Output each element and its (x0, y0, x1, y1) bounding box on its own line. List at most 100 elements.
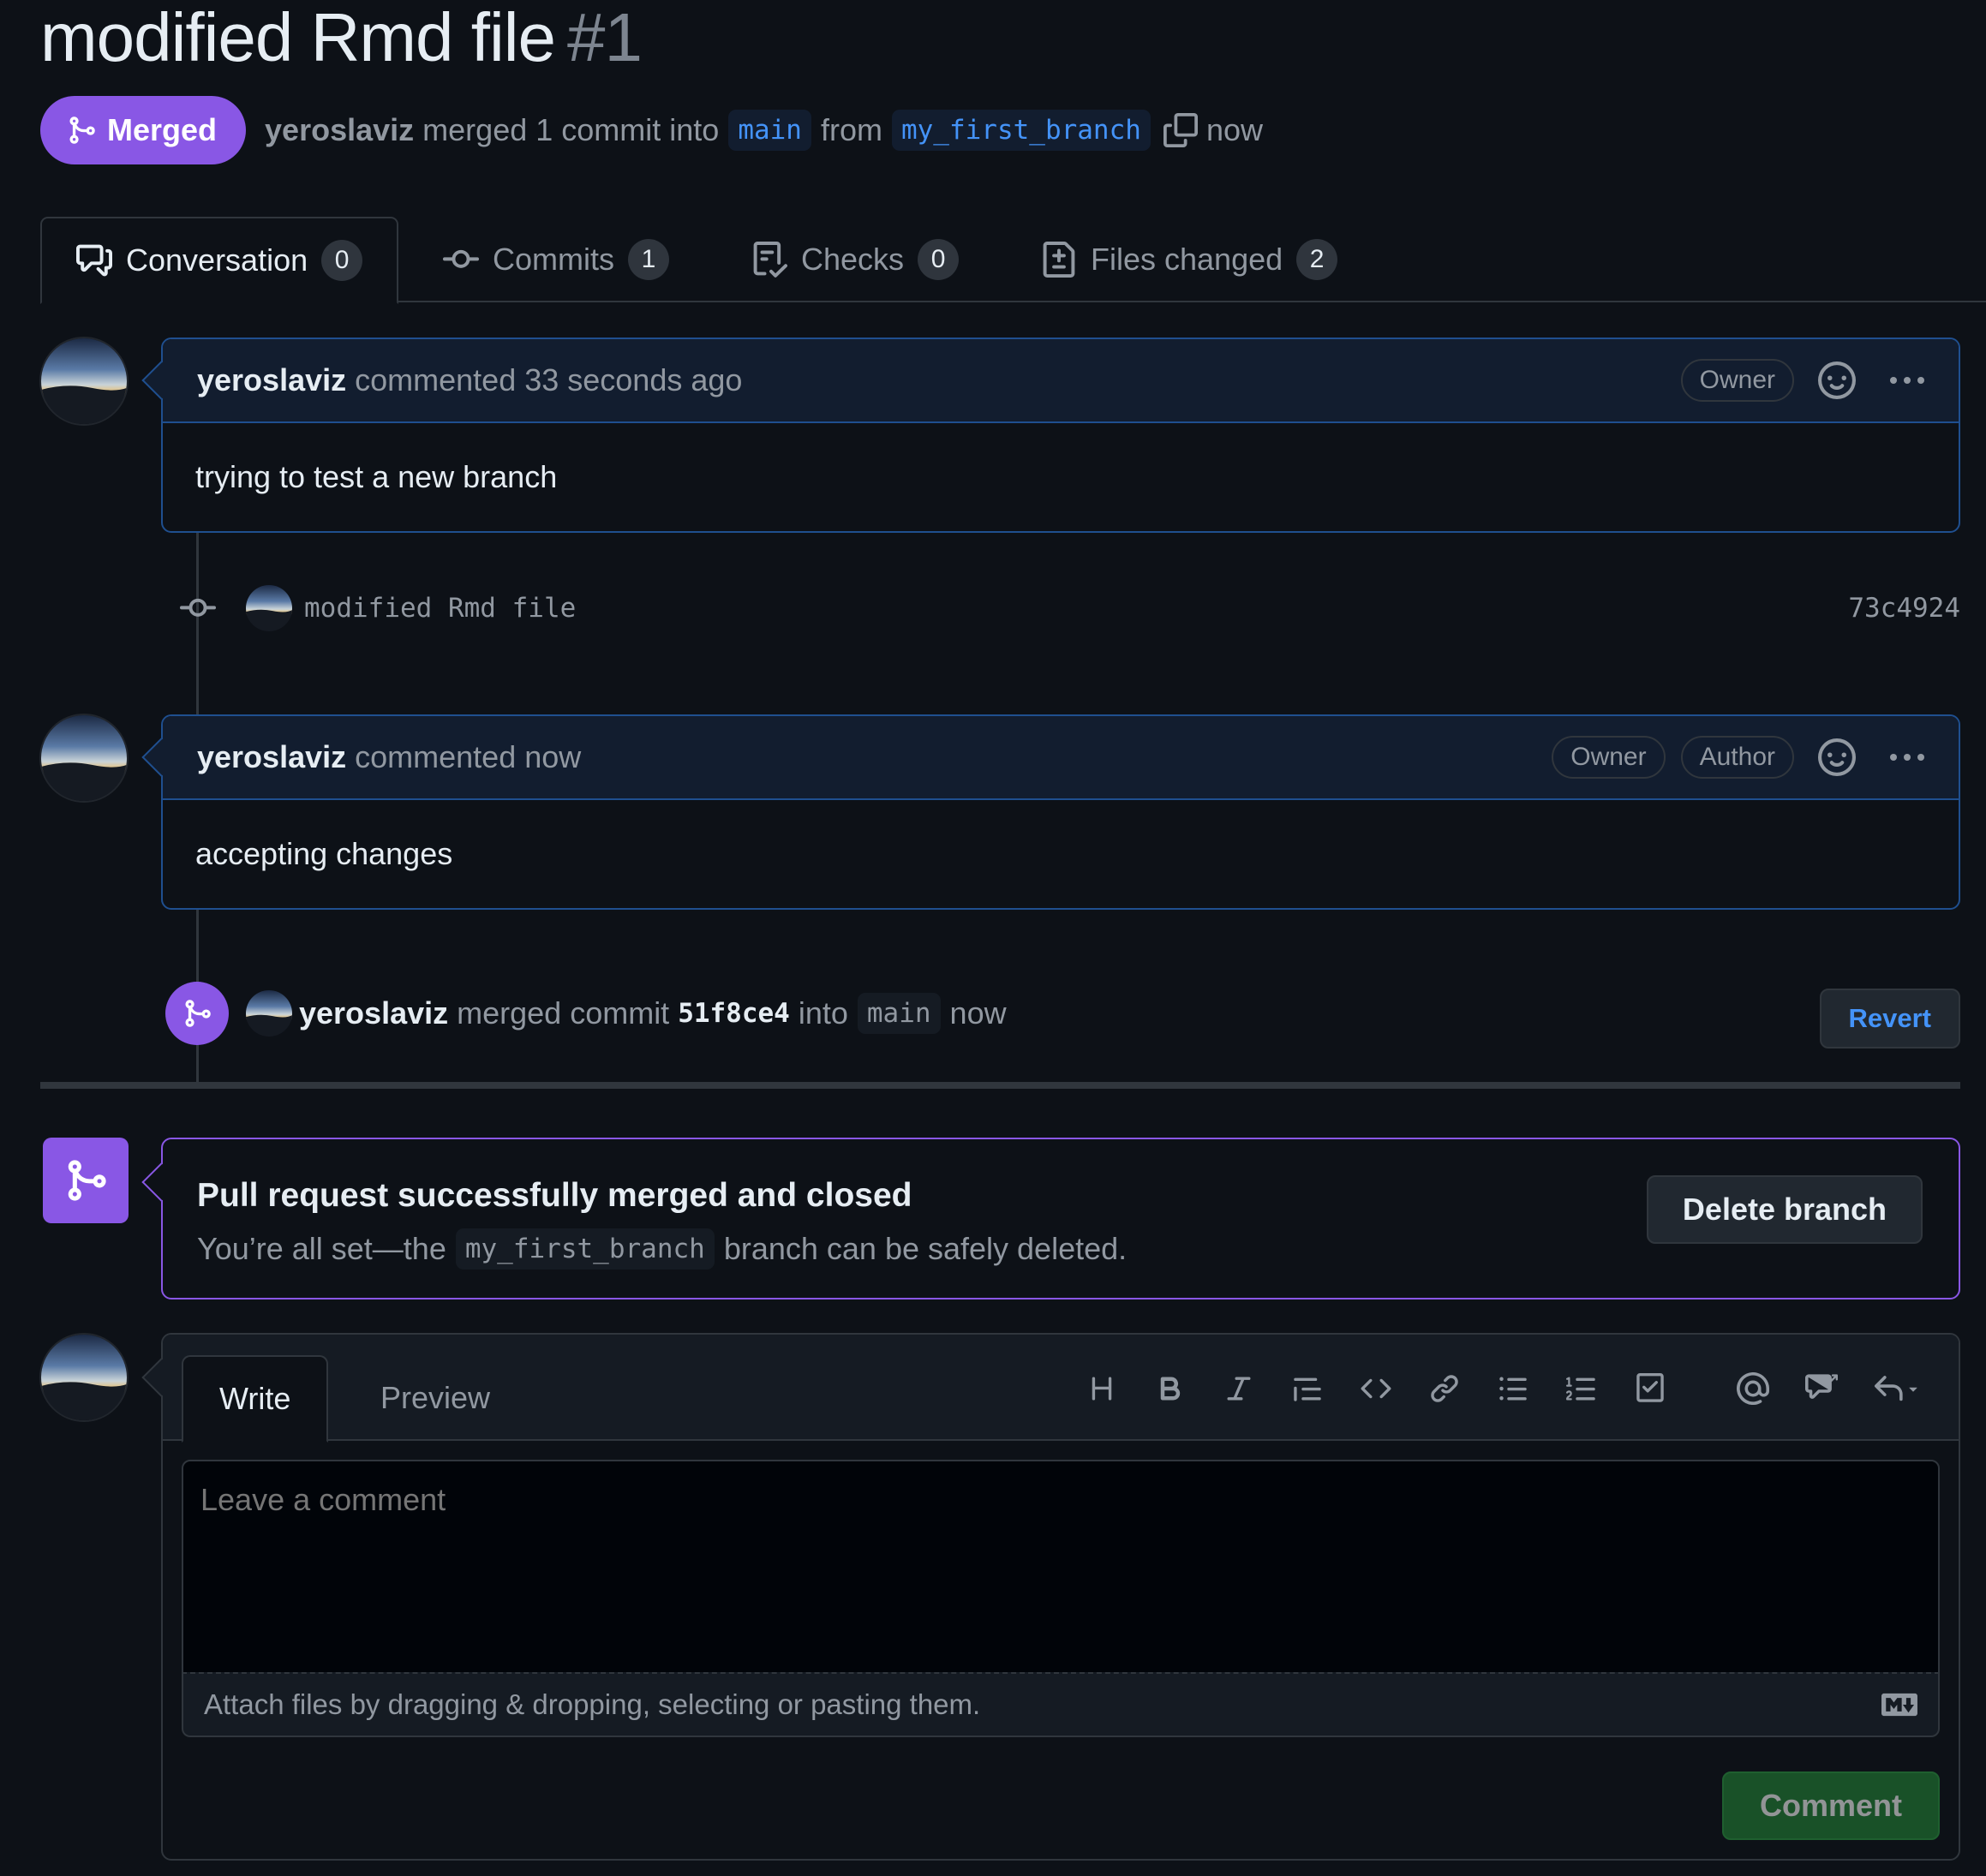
merged-sub-suffix: branch can be safely deleted. (723, 1231, 1128, 1266)
comment-body: accepting changes (195, 836, 453, 871)
merge-event-text2: into (798, 995, 848, 1031)
tab-conversation-count: 0 (321, 240, 363, 281)
comment-card: yeroslaviz commented now Owner Author ac… (141, 714, 1960, 910)
merge-event-text1: merged commit (457, 995, 670, 1031)
checklist-icon (753, 242, 787, 278)
kebab-menu-icon[interactable] (1890, 377, 1924, 384)
comment-discussion-icon (76, 244, 112, 277)
comment-editor: Write Preview Leave a comment Attach fil… (141, 1333, 1960, 1861)
commit-row: modified Rmd file 73c4924 (176, 583, 1960, 634)
pr-number: #1 (567, 0, 643, 75)
merged-status-box: Pull request successfully merged and clo… (141, 1138, 1960, 1299)
pr-tabs: Conversation 0 Commits 1 Checks 0 Files … (40, 217, 1986, 304)
tab-files-changed[interactable]: Files changed 2 (1041, 217, 1338, 302)
comment-meta[interactable]: commented 33 seconds ago (355, 362, 742, 398)
mention-icon[interactable] (1719, 1367, 1787, 1410)
tab-commits-label: Commits (493, 242, 614, 277)
author-link[interactable]: yeroslaviz (265, 112, 414, 148)
deletable-branch: my_first_branch (455, 1228, 715, 1270)
tab-checks-label: Checks (801, 242, 905, 277)
merged-status-subtitle: You’re all set—the my_first_branch branc… (197, 1228, 1127, 1270)
merge-author-link[interactable]: yeroslaviz (299, 995, 448, 1031)
tab-checks[interactable]: Checks 0 (751, 217, 960, 302)
smiley-icon[interactable] (1818, 361, 1856, 399)
preview-tab[interactable]: Preview (344, 1355, 526, 1441)
bulleted-list-icon[interactable] (1479, 1367, 1547, 1410)
tab-checks-count: 0 (918, 239, 960, 280)
pr-title: modified Rmd file #1 (40, 0, 643, 77)
cross-reference-icon[interactable] (1787, 1367, 1856, 1410)
merged-box-caret (141, 1162, 181, 1202)
comment-meta[interactable]: commented now (355, 739, 581, 775)
quote-icon[interactable] (1273, 1367, 1342, 1410)
comment-card: yeroslaviz commented 33 seconds ago Owne… (141, 338, 1960, 533)
heading-icon[interactable] (1068, 1367, 1136, 1410)
merge-time: now (1205, 112, 1263, 147)
pr-title-text: modified Rmd file (40, 0, 556, 75)
numbered-list-icon[interactable] (1547, 1367, 1616, 1410)
base-branch-link[interactable]: main (728, 110, 811, 151)
timeline-end-divider (40, 1082, 1960, 1089)
kebab-menu-icon[interactable] (1890, 754, 1924, 761)
link-icon[interactable] (1410, 1367, 1479, 1410)
git-commit-icon (443, 249, 479, 268)
copy-icon[interactable] (1163, 113, 1198, 147)
merge-summary: yeroslaviz merged 1 commit into main fro… (265, 110, 1263, 151)
file-diff-icon (1043, 242, 1075, 278)
attach-files-bar[interactable]: Attach files by dragging & dropping, sel… (182, 1672, 1940, 1737)
git-merge-icon (69, 117, 95, 144)
avatar[interactable] (39, 1333, 129, 1422)
commit-sha-link[interactable]: 73c4924 (1848, 593, 1960, 624)
comment-header: yeroslaviz commented now Owner Author (163, 716, 1959, 800)
comment-textarea[interactable] (182, 1460, 1940, 1674)
smiley-icon[interactable] (1818, 738, 1856, 776)
tab-commits[interactable]: Commits 1 (443, 217, 669, 302)
merge-base-branch[interactable]: main (857, 993, 941, 1034)
pr-state-row: Merged yeroslaviz merged 1 commit into m… (40, 96, 1263, 164)
comment-author[interactable]: yeroslaviz (197, 362, 346, 398)
comment-header: yeroslaviz commented 33 seconds ago Owne… (163, 339, 1959, 423)
merged-state-label: Merged (107, 112, 218, 147)
head-branch-link[interactable]: my_first_branch (891, 110, 1151, 151)
delete-branch-button[interactable]: Delete branch (1646, 1175, 1923, 1244)
git-merge-icon (68, 1160, 106, 1201)
merge-author-avatar[interactable] (246, 990, 292, 1037)
owner-badge: Owner (1552, 736, 1666, 779)
attach-files-text: Attach files by dragging & dropping, sel… (204, 1688, 981, 1720)
avatar[interactable] (39, 714, 129, 803)
comment-body: trying to test a new branch (195, 459, 558, 494)
merge-commit-sha-link[interactable]: 51f8ce4 (678, 998, 790, 1029)
comment-submit-button[interactable]: Comment (1721, 1771, 1940, 1840)
markdown-icon[interactable] (1881, 1687, 1917, 1723)
tab-conversation[interactable]: Conversation 0 (40, 217, 399, 304)
merged-sub-prefix: You’re all set—the (197, 1231, 446, 1266)
git-commit-icon (180, 598, 216, 617)
merge-event-text: yeroslaviz merged commit 51f8ce4 into ma… (299, 982, 1007, 1045)
merged-status-icon-box (43, 1138, 129, 1223)
from-text: from (820, 112, 882, 147)
merge-event-time: now (949, 995, 1007, 1031)
comment-author[interactable]: yeroslaviz (197, 739, 346, 775)
author-badge: Author (1680, 736, 1794, 779)
tab-files-changed-count: 2 (1296, 239, 1338, 280)
tab-conversation-label: Conversation (126, 242, 308, 278)
task-list-icon[interactable] (1616, 1367, 1684, 1410)
git-merge-icon (185, 1000, 211, 1027)
code-icon[interactable] (1342, 1367, 1410, 1410)
tab-commits-count: 1 (628, 239, 669, 280)
italic-icon[interactable] (1205, 1367, 1273, 1410)
write-tab[interactable]: Write (182, 1355, 329, 1443)
bold-icon[interactable] (1136, 1367, 1205, 1410)
tab-files-changed-label: Files changed (1091, 242, 1283, 277)
merge-event: yeroslaviz merged commit 51f8ce4 into ma… (165, 982, 1960, 1049)
avatar[interactable] (39, 337, 129, 426)
merged-status-title: Pull request successfully merged and clo… (197, 1177, 912, 1214)
commit-message-link[interactable]: modified Rmd file (304, 593, 576, 624)
saved-replies-icon[interactable] (1856, 1367, 1938, 1410)
merge-event-dot (165, 982, 229, 1045)
commit-author-avatar[interactable] (246, 585, 292, 631)
merge-summary-text: merged 1 commit into (422, 112, 720, 147)
revert-button[interactable]: Revert (1819, 989, 1960, 1049)
markdown-toolbar (1068, 1367, 1938, 1410)
merged-state-badge: Merged (40, 96, 247, 164)
